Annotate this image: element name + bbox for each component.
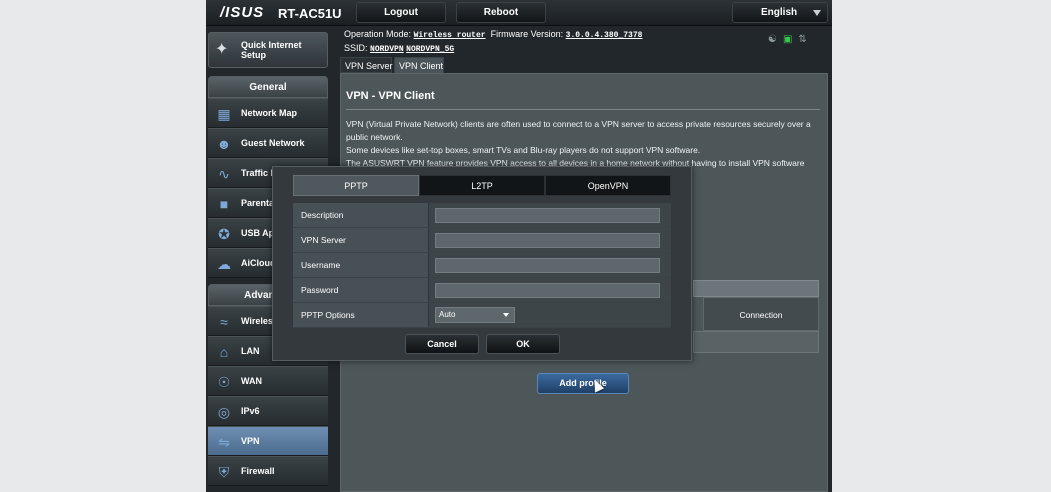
form-row-vpn-server: VPN Server: [293, 228, 671, 253]
clients-icon[interactable]: ☯: [768, 34, 777, 45]
cancel-button[interactable]: Cancel: [405, 334, 479, 354]
form-row-description: Description: [293, 203, 671, 228]
sidebar-item-label: Firewall: [241, 466, 275, 476]
pptp-options-select[interactable]: Auto: [435, 307, 515, 323]
sidebar-item-network-map[interactable]: ▦ Network Map: [208, 98, 328, 128]
add-profile-button[interactable]: Add profile: [537, 373, 629, 394]
tab-vpn-client[interactable]: VPN Client: [394, 57, 444, 73]
profile-form: Description VPN Server Username Password…: [293, 203, 671, 328]
tab-openvpn[interactable]: OpenVPN: [545, 175, 671, 196]
vpn-server-label: VPN Server: [301, 235, 346, 245]
lan-icon: ⌂: [219, 344, 229, 360]
sidebar-item-label: Traffic I: [241, 168, 274, 178]
username-input[interactable]: [435, 258, 660, 273]
form-row-password: Password: [293, 278, 671, 303]
ipv6-icon: ◎: [217, 404, 231, 420]
sidebar-item-label: USB Ap: [241, 228, 275, 238]
tab-vpn-server[interactable]: VPN Server: [340, 57, 393, 73]
description-label: Description: [301, 210, 344, 220]
form-row-username: Username: [293, 253, 671, 278]
sidebar-item-label: Guest Network: [241, 138, 305, 148]
chevron-down-icon: [813, 10, 821, 16]
magic-wand-icon: ✦: [215, 41, 229, 58]
description-line: public network.: [346, 132, 403, 142]
qis-label-line-2: Setup: [241, 50, 267, 60]
parental-icon: ■: [219, 196, 229, 212]
usb-icon: ✪: [218, 226, 230, 242]
usb-status-icon[interactable]: ⇅: [798, 34, 806, 45]
sidebar-item-label: IPv6: [241, 406, 260, 416]
ok-button[interactable]: OK: [486, 334, 560, 354]
password-label: Password: [301, 285, 339, 295]
connection-column-header: Connection: [703, 297, 819, 331]
status-bar: Operation Mode: Wireless router Firmware…: [344, 28, 642, 56]
username-label: Username: [301, 260, 341, 270]
logout-button[interactable]: Logout: [356, 2, 446, 23]
sidebar-item-label: VPN: [241, 436, 260, 446]
firewall-icon: ⛨: [218, 464, 230, 480]
page-title: VPN - VPN Client: [346, 90, 435, 102]
network-map-icon: ▦: [217, 106, 231, 122]
sidebar-item-ipv6[interactable]: ◎ IPv6: [208, 396, 328, 426]
language-select[interactable]: English: [732, 2, 828, 23]
description-line: Some devices like set-top boxes, smart T…: [346, 145, 701, 155]
status-icons: ☯ ▣ ⇅: [768, 34, 813, 45]
add-profile-dialog: PPTP L2TP OpenVPN Description VPN Server…: [272, 166, 692, 361]
protocol-tabs: PPTP L2TP OpenVPN: [293, 175, 671, 196]
sidebar-item-firewall[interactable]: ⛨ Firewall: [208, 456, 328, 486]
wireless-icon: ≈: [220, 314, 228, 330]
ssid-label: SSID:: [344, 43, 368, 53]
reboot-button[interactable]: Reboot: [456, 2, 546, 23]
tab-l2tp[interactable]: L2TP: [419, 175, 545, 196]
brand-logo: /ISUS: [220, 4, 265, 21]
profile-table-row: [693, 331, 819, 353]
description-input[interactable]: [435, 208, 660, 223]
sidebar-item-label: LAN: [241, 346, 260, 356]
operation-mode-label: Operation Mode:: [344, 29, 412, 39]
firmware-label: Firmware Version:: [490, 29, 564, 39]
connection-status-icon[interactable]: ▣: [783, 34, 792, 45]
ssid-link-1[interactable]: NORDVPN: [370, 45, 404, 54]
title-divider: [346, 109, 820, 110]
chevron-down-icon: [503, 313, 509, 317]
sidebar-item-vpn[interactable]: ⇋ VPN: [208, 426, 328, 456]
sidebar-item-label: Network Map: [241, 108, 298, 118]
sidebar-item-wan[interactable]: ☉ WAN: [208, 366, 328, 396]
wan-icon: ☉: [217, 374, 231, 390]
quick-internet-setup-button[interactable]: ✦ Quick Internet Setup: [208, 32, 328, 68]
sidebar-item-guest-network[interactable]: ☻ Guest Network: [208, 128, 328, 158]
cloud-icon: ☁: [217, 256, 231, 272]
sidebar-item-label: Wireles: [241, 316, 273, 326]
pptp-options-label: PPTP Options: [301, 310, 355, 320]
language-value: English: [761, 7, 798, 18]
general-section-title: General: [208, 76, 328, 98]
vpn-server-input[interactable]: [435, 233, 660, 248]
qis-label-line-1: Quick Internet: [241, 40, 302, 50]
traffic-icon: ∿: [218, 166, 230, 182]
tab-pptp[interactable]: PPTP: [293, 175, 419, 196]
sidebar-item-label: Parenta: [241, 198, 275, 208]
firmware-link[interactable]: 3.0.0.4.380_7378: [566, 31, 643, 40]
top-header: /ISUS RT-AC51U Logout Reboot English: [206, 0, 832, 26]
ssid-link-2[interactable]: NORDVPN_5G: [406, 45, 454, 54]
pptp-options-value: Auto: [439, 310, 456, 319]
model-name: RT-AC51U: [278, 6, 342, 21]
guest-network-icon: ☻: [216, 136, 232, 152]
sidebar-item-label: WAN: [241, 376, 262, 386]
description-line: VPN (Virtual Private Network) clients ar…: [346, 119, 811, 129]
operation-mode-link[interactable]: Wireless router: [414, 31, 486, 40]
password-input[interactable]: [435, 283, 660, 298]
vpn-icon: ⇋: [218, 434, 230, 450]
sidebar-item-label: AiCloud: [241, 258, 276, 268]
profile-table-header: [693, 280, 819, 297]
form-row-pptp-options: PPTP Options Auto: [293, 303, 671, 328]
